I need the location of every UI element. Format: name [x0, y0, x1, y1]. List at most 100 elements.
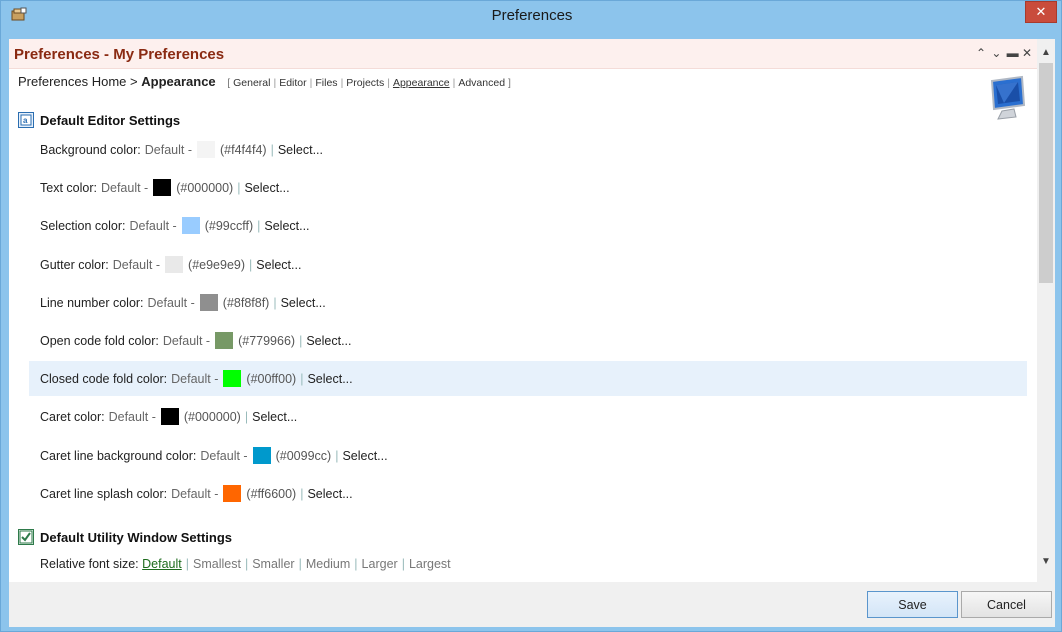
default-text: Default -: [162, 333, 211, 348]
font-option-larger[interactable]: Larger: [362, 557, 398, 571]
checkbox-icon[interactable]: [18, 529, 34, 545]
chevron-down-icon[interactable]: ⌄: [991, 46, 1002, 60]
font-option-largest[interactable]: Largest: [409, 557, 451, 571]
separator: |: [299, 333, 303, 348]
collapse-up-icon[interactable]: ⌃: [976, 46, 987, 60]
select-color-link[interactable]: Select...: [264, 219, 309, 233]
select-color-link[interactable]: Select...: [342, 449, 387, 463]
separator: |: [300, 371, 304, 386]
color-setting-label: Line number color:: [40, 295, 144, 310]
color-swatch: [223, 370, 242, 387]
default-text: Default -: [171, 371, 219, 386]
tab-general[interactable]: General: [233, 77, 270, 89]
select-color-link[interactable]: Select...: [278, 143, 323, 157]
color-setting-label: Caret line background color:: [40, 448, 197, 463]
color-setting-row: Open code fold color: Default - (#779966) |…: [29, 323, 1027, 358]
select-color-link[interactable]: Select...: [307, 487, 352, 501]
font-size-label: Relative font size:: [40, 557, 139, 571]
color-setting-row: Background color: Default - (#f4f4f4) | Sele…: [29, 132, 1027, 167]
color-swatch: [181, 217, 200, 234]
color-setting-label: Background color:: [40, 142, 141, 157]
color-hex-value: (#000000): [183, 409, 241, 424]
section-tabs: [ General | Editor | Files | Projects | Appearan…: [227, 77, 511, 89]
color-swatch: [153, 179, 172, 196]
color-setting-label: Open code fold color:: [40, 333, 159, 348]
color-swatch: [223, 485, 242, 502]
cancel-button[interactable]: Cancel: [961, 591, 1052, 618]
preferences-content: Preferences - My Preferences ⌃ ⌄ ▬ ✕ Pre…: [9, 39, 1055, 582]
tab-appearance[interactable]: Appearance: [393, 77, 450, 89]
breadcrumb-current: Appearance: [141, 74, 216, 89]
font-option-medium[interactable]: Medium: [306, 557, 350, 571]
close-panel-icon[interactable]: ✕: [1022, 46, 1033, 60]
default-text: Default -: [200, 448, 248, 463]
color-setting-row: Selection color: Default - (#99ccff) | Selec…: [29, 208, 1027, 243]
scroll-up-icon[interactable]: ▲: [1037, 43, 1055, 61]
color-setting-row: Caret line splash color: Default - (#ff660…: [29, 476, 1027, 511]
default-text: Default -: [171, 486, 219, 501]
separator: |: [335, 448, 339, 463]
color-setting-row: Text color: Default - (#000000) | Select...: [29, 170, 1027, 205]
title-bar: Preferences ✕: [1, 1, 1062, 33]
color-hex-value: (#e9e9e9): [188, 257, 246, 272]
editor-settings-heading: a Default Editor Settings: [18, 112, 180, 128]
color-hex-value: (#f4f4f4): [220, 142, 267, 157]
window-title: Preferences: [491, 7, 573, 24]
tab-editor[interactable]: Editor: [279, 77, 306, 89]
default-text: Default -: [100, 180, 149, 195]
color-swatch: [165, 256, 184, 273]
separator: |: [249, 257, 253, 272]
separator: |: [244, 409, 249, 424]
utility-settings-heading: Default Utility Window Settings: [18, 529, 232, 545]
select-color-link[interactable]: Select...: [252, 410, 297, 424]
save-button[interactable]: Save: [867, 591, 958, 618]
default-text: Default -: [147, 295, 195, 310]
relative-font-size-row: Relative font size: Default | Smallest | Sma…: [40, 557, 451, 571]
separator: |: [257, 218, 261, 233]
scroll-down-icon[interactable]: ▼: [1037, 552, 1055, 570]
color-swatch: [252, 447, 271, 464]
select-color-link[interactable]: Select...: [306, 334, 351, 348]
select-color-link[interactable]: Select...: [281, 296, 326, 310]
color-setting-row: Caret line background color: Default - (#0…: [29, 438, 1027, 473]
color-hex-value: (#779966): [238, 333, 296, 348]
scroll-thumb[interactable]: [1039, 63, 1053, 283]
color-hex-value: (#8f8f8f): [222, 295, 270, 310]
tab-advanced[interactable]: Advanced: [458, 77, 505, 89]
breadcrumb-home[interactable]: Preferences Home: [18, 74, 126, 89]
select-color-link[interactable]: Select...: [244, 181, 289, 195]
vertical-scrollbar[interactable]: ▲ ▼: [1037, 39, 1055, 582]
color-hex-value: (#99ccff): [204, 218, 254, 233]
close-icon: ✕: [1035, 4, 1047, 19]
close-button[interactable]: ✕: [1025, 1, 1057, 23]
tab-projects[interactable]: Projects: [346, 77, 384, 89]
panel-title: Preferences - My Preferences: [14, 46, 225, 63]
default-text: Default -: [129, 218, 177, 233]
color-hex-value: (#000000): [176, 180, 234, 195]
color-swatch: [215, 332, 234, 349]
panel-header: Preferences - My Preferences ⌃ ⌄ ▬ ✕: [9, 39, 1037, 69]
separator: |: [237, 180, 241, 195]
color-setting-label: Selection color:: [40, 218, 126, 233]
minimize-panel-icon[interactable]: ▬: [1007, 46, 1019, 60]
color-setting-label: Closed code fold color:: [40, 371, 168, 386]
color-setting-label: Gutter color:: [40, 257, 109, 272]
color-hex-value: (#0099cc): [275, 448, 332, 463]
default-text: Default -: [108, 409, 156, 424]
color-hex-value: (#00ff00): [246, 371, 297, 386]
font-option-default[interactable]: Default: [142, 557, 182, 571]
tab-files[interactable]: Files: [315, 77, 337, 89]
color-setting-label: Caret line splash color:: [40, 486, 168, 501]
dialog-footer: Save Cancel: [9, 582, 1055, 627]
select-color-link[interactable]: Select...: [307, 372, 352, 386]
editor-settings-title: Default Editor Settings: [40, 112, 181, 128]
separator: |: [273, 295, 277, 310]
breadcrumb: Preferences Home > Appearance [ General |…: [18, 74, 511, 89]
color-setting-row: Caret color: Default - (#000000) | Select...: [29, 399, 1027, 434]
panel-controls: ⌃ ⌄ ▬ ✕: [976, 46, 1033, 60]
color-setting-label: Caret color:: [40, 409, 105, 424]
font-option-smaller[interactable]: Smaller: [252, 557, 294, 571]
select-color-link[interactable]: Select...: [256, 258, 301, 272]
utility-settings-title: Default Utility Window Settings: [40, 529, 232, 545]
font-option-smallest[interactable]: Smallest: [193, 557, 241, 571]
